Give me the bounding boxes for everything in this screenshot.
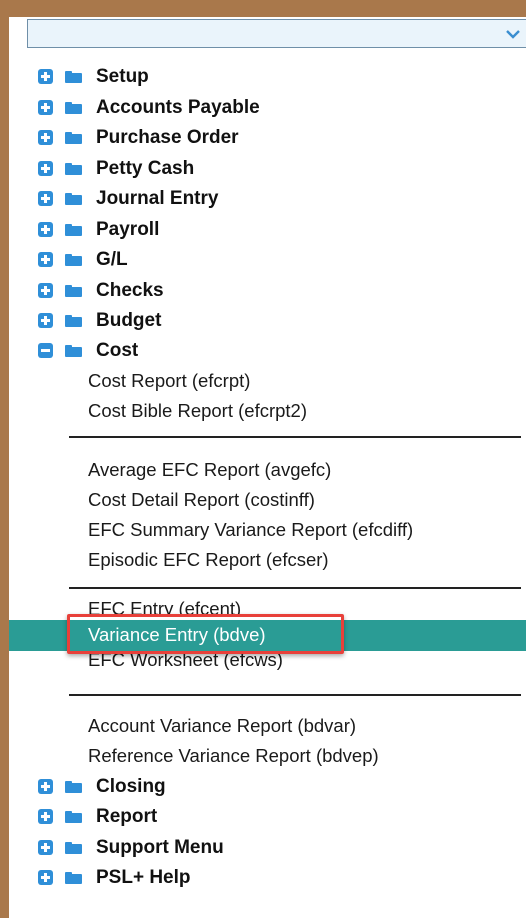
folder-label: Checks bbox=[96, 280, 164, 301]
folder-label: G/L bbox=[96, 249, 128, 270]
expand-plus-icon[interactable] bbox=[38, 840, 53, 855]
folder-icon bbox=[65, 842, 82, 854]
expand-plus-icon[interactable] bbox=[38, 313, 53, 328]
menu-item-account-variance-report[interactable]: Account Variance Report (bdvar) bbox=[88, 712, 356, 740]
folder-icon bbox=[65, 872, 82, 884]
menu-item-episodic-efc-report[interactable]: Episodic EFC Report (efcser) bbox=[88, 546, 329, 574]
expand-plus-icon[interactable] bbox=[38, 130, 53, 145]
folder-label: PSL+ Help bbox=[96, 867, 191, 888]
annotation-highlight-box bbox=[67, 614, 344, 654]
folder-label: Report bbox=[96, 806, 158, 827]
menu-panel: Setup Accounts Payable Purchase Order Pe… bbox=[9, 17, 526, 918]
menu-item-average-efc-report[interactable]: Average EFC Report (avgefc) bbox=[88, 456, 331, 484]
folder-icon bbox=[65, 163, 82, 175]
folder-label: Cost bbox=[96, 340, 139, 361]
expand-plus-icon[interactable] bbox=[38, 870, 53, 885]
folder-icon bbox=[65, 224, 82, 236]
folder-label: Petty Cash bbox=[96, 158, 195, 179]
expand-plus-icon[interactable] bbox=[38, 100, 53, 115]
menu-dropdown[interactable] bbox=[27, 19, 526, 48]
folder-label: Setup bbox=[96, 66, 149, 87]
folder-icon bbox=[65, 254, 82, 266]
folder-icon bbox=[65, 71, 82, 83]
menu-item-cost-bible-report[interactable]: Cost Bible Report (efcrpt2) bbox=[88, 397, 307, 425]
folder-icon bbox=[65, 781, 82, 793]
expand-plus-icon[interactable] bbox=[38, 252, 53, 267]
separator bbox=[69, 694, 521, 696]
chevron-down-icon[interactable] bbox=[500, 20, 526, 47]
menu-item-cost-detail-report[interactable]: Cost Detail Report (costinff) bbox=[88, 486, 315, 514]
expand-plus-icon[interactable] bbox=[38, 222, 53, 237]
menu-item-cost-report[interactable]: Cost Report (efcrpt) bbox=[88, 367, 250, 395]
expand-plus-icon[interactable] bbox=[38, 191, 53, 206]
folder-icon bbox=[65, 315, 82, 327]
expand-plus-icon[interactable] bbox=[38, 161, 53, 176]
folder-label: Budget bbox=[96, 310, 162, 331]
menu-item-efc-summary-variance-report[interactable]: EFC Summary Variance Report (efcdiff) bbox=[88, 516, 413, 544]
folder-label: Purchase Order bbox=[96, 127, 239, 148]
folder-icon bbox=[65, 193, 82, 205]
folder-icon bbox=[65, 811, 82, 823]
expand-plus-icon[interactable] bbox=[38, 779, 53, 794]
folder-icon bbox=[65, 345, 82, 357]
menu-item-reference-variance-report[interactable]: Reference Variance Report (bdvep) bbox=[88, 742, 379, 770]
folder-icon bbox=[65, 102, 82, 114]
separator bbox=[69, 587, 521, 589]
folder-label: Support Menu bbox=[96, 837, 224, 858]
folder-label: Journal Entry bbox=[96, 188, 219, 209]
expand-plus-icon[interactable] bbox=[38, 69, 53, 84]
expand-plus-icon[interactable] bbox=[38, 809, 53, 824]
folder-icon bbox=[65, 132, 82, 144]
folder-label: Accounts Payable bbox=[96, 97, 260, 118]
separator bbox=[69, 436, 521, 438]
expand-plus-icon[interactable] bbox=[38, 283, 53, 298]
folder-icon bbox=[65, 285, 82, 297]
collapse-minus-icon[interactable] bbox=[38, 343, 53, 358]
folder-label: Payroll bbox=[96, 219, 160, 240]
folder-label: Closing bbox=[96, 776, 166, 797]
